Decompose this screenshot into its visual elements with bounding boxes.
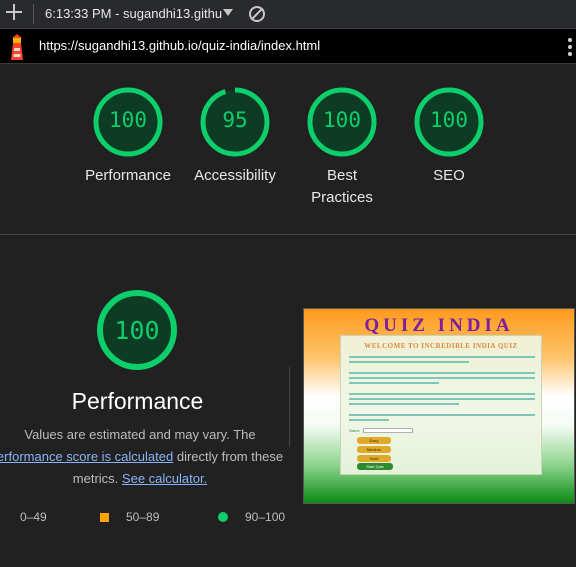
thumbnail-quiz-card: WELCOME TO INCREDIBLE INDIA QUIZ Name Ea…: [340, 335, 542, 475]
description-line: metrics. See calculator.: [0, 468, 290, 490]
description-text: directly from these: [173, 449, 284, 464]
gauge-performance[interactable]: 100 Performance: [73, 86, 183, 187]
performance-description: Values are estimated and may vary. The e…: [0, 424, 290, 490]
gauge-label: SEO: [433, 167, 465, 184]
gauge-label: Performance: [85, 167, 171, 184]
gauge-score: 95: [222, 108, 248, 132]
thumbnail-text-line: [349, 403, 459, 405]
gauge-accessibility[interactable]: 95 Accessibility: [180, 86, 290, 187]
final-screenshot-thumbnail[interactable]: QUIZ INDIA WELCOME TO INCREDIBLE INDIA Q…: [303, 308, 575, 504]
legend-average: 50–89: [100, 510, 159, 524]
gauge-score: 100: [109, 108, 147, 132]
devtools-toolbar: 6:13:33 PM - sugandhi13.githu: [0, 0, 576, 29]
score-calculated-link[interactable]: erformance score is calculated: [0, 449, 173, 464]
description-text: metrics.: [72, 471, 122, 486]
see-calculator-link[interactable]: See calculator.: [122, 471, 207, 486]
legend-label: 90–100: [245, 510, 286, 524]
thumbnail-name-label: Name: [349, 428, 360, 433]
gauge-best-practices[interactable]: 100 Best Practices: [287, 86, 397, 209]
report-url-bar: https://sugandhi13.github.io/quiz-india/…: [0, 29, 576, 64]
description-line: erformance score is calculated directly …: [0, 446, 290, 468]
legend-label: 50–89: [126, 510, 160, 524]
clear-icon[interactable]: [249, 6, 265, 22]
gauge-score: 100: [114, 316, 160, 345]
thumbnail-text-line: [349, 377, 535, 379]
thumbnail-text-line: [349, 372, 535, 374]
thumbnail-easy-button: Easy: [357, 437, 391, 444]
legend-pass: 90–100: [218, 510, 285, 524]
thumbnail-medium-button: Medium: [357, 446, 391, 453]
average-square-icon: [100, 512, 109, 522]
legend-label: 0–49: [20, 510, 47, 524]
description-line: Values are estimated and may vary. The: [24, 427, 256, 442]
gauge-seo[interactable]: 100 SEO: [394, 86, 504, 187]
thumbnail-text-line: [349, 414, 535, 416]
thumbnail-text-line: [349, 419, 389, 421]
category-title: Performance: [71, 388, 204, 414]
gauge-score: 100: [430, 108, 468, 132]
thumbnail-start-button: Start Quiz: [357, 463, 393, 470]
thumbnail-text-line: [349, 382, 439, 384]
more-options-icon[interactable]: [568, 38, 572, 56]
gauge-label: Best Practices: [311, 167, 373, 206]
gauge-label: Accessibility: [194, 167, 276, 184]
performance-gauge-large: 100: [62, 288, 212, 372]
thumbnail-text-line: [349, 356, 535, 358]
report-url: https://sugandhi13.github.io/quiz-india/…: [39, 38, 321, 53]
chevron-down-icon[interactable]: [223, 9, 233, 16]
thumbnail-text-line: [349, 393, 535, 395]
gauge-score: 100: [323, 108, 361, 132]
thumbnail-site-title: QUIZ INDIA: [364, 315, 514, 336]
thumbnail-text-line: [349, 398, 535, 400]
section-divider: [0, 234, 576, 235]
plus-icon[interactable]: [6, 4, 22, 20]
thumbnail-hard-button: Hard: [357, 455, 391, 462]
legend-fail: 0–49: [0, 510, 47, 524]
thumbnail-text-line: [349, 361, 469, 363]
pass-circle-icon: [218, 512, 228, 522]
toolbar-divider: [33, 4, 34, 24]
vertical-divider: [289, 367, 290, 447]
lighthouse-icon: [11, 34, 23, 60]
thumbnail-name-input: [363, 428, 413, 433]
thumbnail-heading: WELCOME TO INCREDIBLE INDIA QUIZ: [364, 342, 518, 350]
report-selector[interactable]: 6:13:33 PM - sugandhi13.githu: [45, 6, 222, 21]
